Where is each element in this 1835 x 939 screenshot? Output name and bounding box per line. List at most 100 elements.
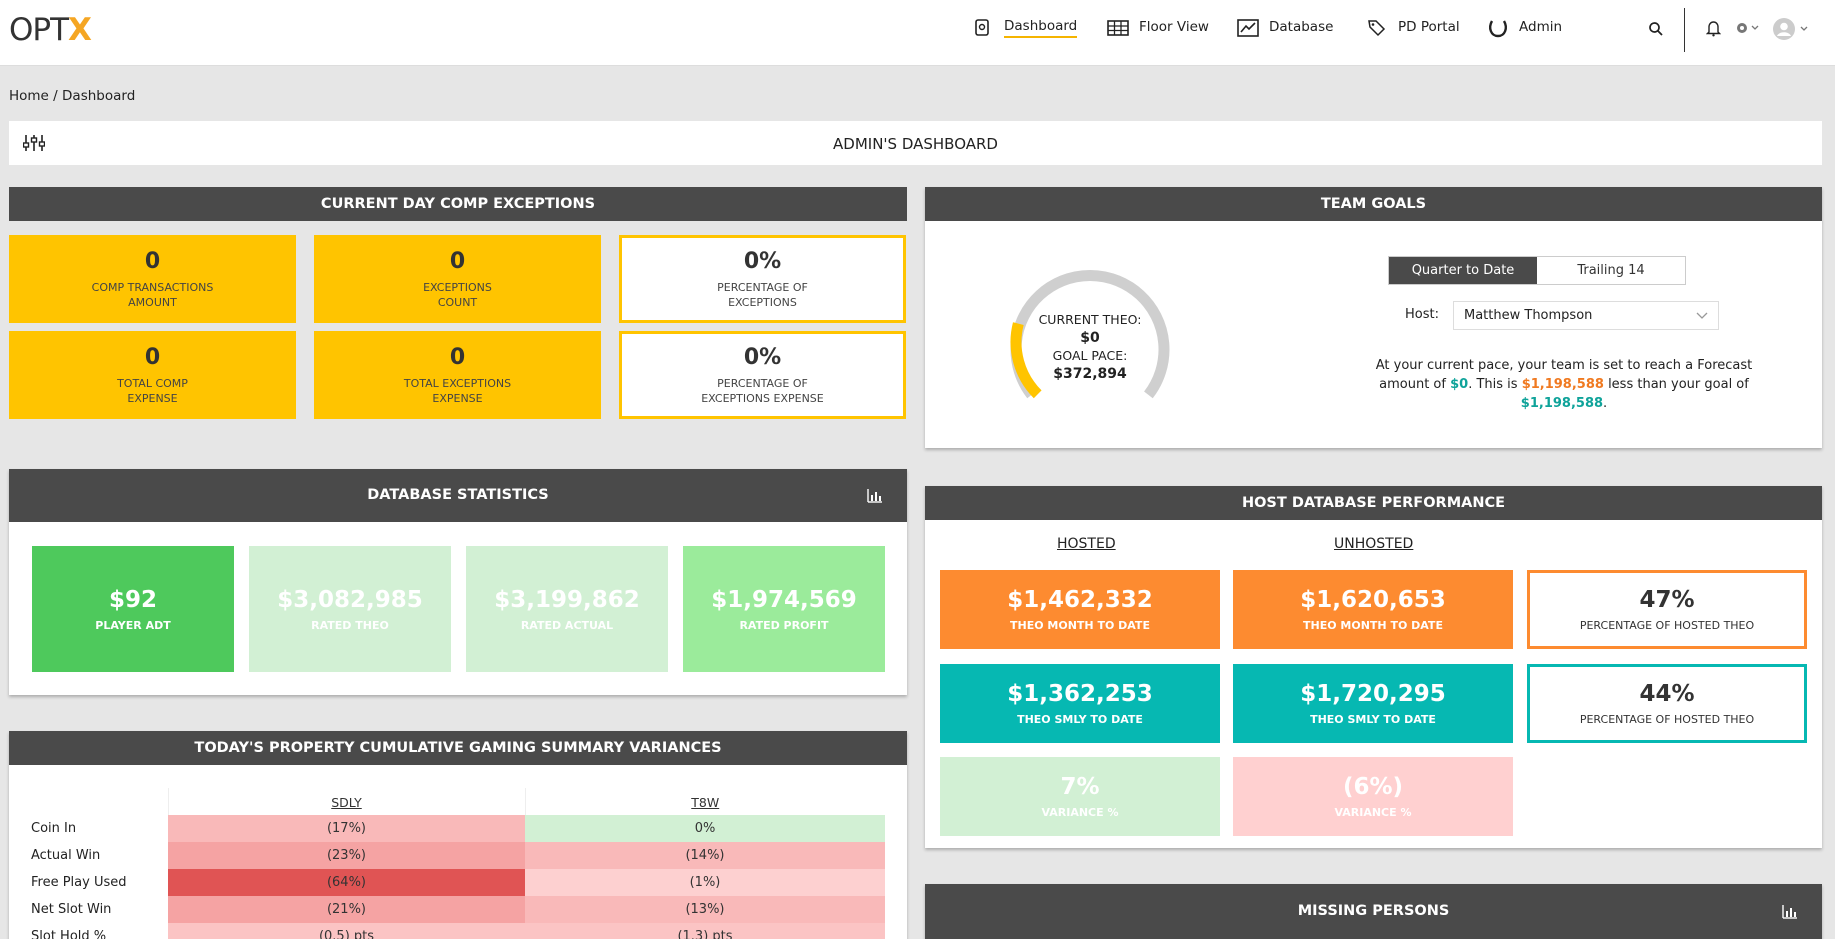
host-tile[interactable]: 44% PERCENTAGE OF HOSTED THEO — [1527, 664, 1807, 743]
comp-tile[interactable]: 0% PERCENTAGE OF EXCEPTIONS EXPENSE — [619, 331, 906, 419]
tile-label: COMP TRANSACTIONS — [91, 280, 214, 294]
db-stat-tile[interactable]: $3,082,985 RATED THEO — [249, 546, 451, 672]
host-tile[interactable]: 7% VARIANCE % — [940, 757, 1220, 836]
goal-pace-value: $372,894 — [1053, 366, 1127, 382]
comp-tile[interactable]: 0 TOTAL COMP EXPENSE — [9, 331, 296, 419]
host-tile[interactable]: $1,362,253 THEO SMLY TO DATE — [940, 664, 1220, 743]
chart-line-icon — [1237, 19, 1259, 37]
host-select[interactable]: Matthew Thompson — [1453, 301, 1719, 330]
comp-tile[interactable]: 0 TOTAL EXCEPTIONS EXPENSE — [314, 331, 601, 419]
forecast-text: . — [1603, 396, 1608, 411]
tile-value: $3,199,862 — [494, 586, 640, 613]
nav-floor-view[interactable]: Floor View — [1107, 18, 1209, 38]
bar-chart-icon[interactable] — [867, 489, 883, 503]
tile-value: $1,362,253 — [1007, 681, 1153, 707]
chevron-down-icon — [1696, 312, 1708, 319]
row-label: Free Play Used — [31, 875, 127, 890]
tile-label: TOTAL EXCEPTIONS — [403, 376, 512, 390]
table-row: Coin In (17%) 0% — [31, 815, 885, 842]
nav-label: PD Portal — [1398, 19, 1460, 35]
host-tile[interactable]: $1,620,653 THEO MONTH TO DATE — [1233, 570, 1513, 649]
tile-label: EXCEPTIONS — [728, 295, 797, 309]
nav-pd-portal[interactable]: PD Portal — [1366, 18, 1460, 38]
cell-sdly: (21%) — [168, 896, 525, 923]
column-header-sdly[interactable]: SDLY — [168, 788, 526, 815]
tile-label: THEO SMLY TO DATE — [1310, 713, 1436, 726]
gear-icon[interactable] — [1735, 20, 1761, 36]
tile-label: PLAYER ADT — [95, 618, 171, 632]
tab-quarter-to-date[interactable]: Quarter to Date — [1389, 257, 1537, 284]
panel-title: TEAM GOALS — [925, 187, 1822, 221]
db-stat-tile[interactable]: $92 PLAYER ADT — [32, 546, 234, 672]
current-theo-value: $0 — [1080, 330, 1100, 346]
dashboard-icon — [975, 19, 989, 36]
breadcrumb-current: Dashboard — [62, 88, 136, 104]
horseshoe-icon — [1489, 20, 1507, 38]
gauge-readout: CURRENT THEO: $0 GOAL PACE: $372,894 — [1032, 311, 1148, 383]
tile-label: EXPENSE — [127, 391, 178, 405]
table-row: Free Play Used (64%) (1%) — [31, 869, 885, 896]
host-tile[interactable]: $1,462,332 THEO MONTH TO DATE — [940, 570, 1220, 649]
optx-logo[interactable]: OPTX — [9, 12, 92, 48]
nav-label: Admin — [1519, 19, 1563, 35]
host-label: Host: — [1405, 307, 1439, 322]
tile-value: $1,620,653 — [1300, 587, 1446, 613]
variances-table: SDLY T8W Coin In (17%) 0% Actual Win (23… — [31, 788, 885, 939]
row-label: Actual Win — [31, 848, 101, 863]
comp-tile[interactable]: 0 EXCEPTIONS COUNT — [314, 235, 601, 323]
host-tile[interactable]: $1,720,295 THEO SMLY TO DATE — [1233, 664, 1513, 743]
host-tile[interactable]: (6%) VARIANCE % — [1233, 757, 1513, 836]
nav-label: Dashboard — [1004, 18, 1078, 38]
user-avatar-icon[interactable] — [1773, 17, 1811, 41]
tile-value: 0 — [449, 344, 466, 370]
panel-title: MISSING PERSONS — [1297, 903, 1450, 919]
breadcrumb: Home / Dashboard — [9, 88, 135, 104]
column-header-hosted[interactable]: HOSTED — [1057, 536, 1116, 552]
forecast-text: less than your goal of — [1603, 377, 1749, 392]
nav-database[interactable]: Database — [1237, 18, 1333, 38]
tile-label: RATED THEO — [311, 618, 389, 632]
tile-label: TOTAL COMP — [117, 376, 188, 390]
tile-label: RATED ACTUAL — [520, 618, 614, 632]
panel-title: TODAY'S PROPERTY CUMULATIVE GAMING SUMMA… — [9, 731, 907, 765]
comp-tile[interactable]: 0% PERCENTAGE OF EXCEPTIONS — [619, 235, 906, 323]
tile-value: 0 — [144, 344, 161, 370]
dashboard-title-bar: ADMIN'S DASHBOARD — [9, 121, 1822, 165]
cell-sdly: (0.5) pts — [168, 923, 525, 939]
table-header-row: SDLY T8W — [31, 788, 885, 815]
tile-label: THEO SMLY TO DATE — [1017, 713, 1143, 726]
host-tile[interactable]: 47% PERCENTAGE OF HOSTED THEO — [1527, 570, 1807, 649]
nav-admin[interactable]: Admin — [1487, 18, 1562, 38]
tile-label: AMOUNT — [128, 295, 177, 309]
column-header-unhosted[interactable]: UNHOSTED — [1334, 536, 1413, 552]
comp-tile[interactable]: 0 COMP TRANSACTIONS AMOUNT — [9, 235, 296, 323]
logo-text: OPT — [9, 12, 69, 48]
tile-value: $92 — [108, 586, 157, 613]
tile-label: PERCENTAGE OF HOSTED THEO — [1579, 713, 1755, 726]
tile-label: EXPENSE — [432, 391, 483, 405]
breadcrumb-separator: / — [53, 88, 58, 104]
bar-chart-icon[interactable] — [1782, 905, 1798, 919]
search-icon[interactable] — [1648, 21, 1664, 37]
grid-icon — [1107, 20, 1129, 36]
nav-label: Floor View — [1139, 19, 1209, 35]
nav-label: Database — [1269, 19, 1334, 35]
tab-trailing-14[interactable]: Trailing 14 — [1537, 257, 1685, 284]
bell-icon[interactable] — [1706, 20, 1721, 37]
tile-value: 44% — [1639, 681, 1695, 707]
column-header-t8w[interactable]: T8W — [525, 788, 885, 815]
tile-value: $3,082,985 — [277, 586, 423, 613]
tile-value: 7% — [1060, 774, 1100, 800]
tile-label: PERCENTAGE OF — [717, 376, 808, 390]
db-stat-tile[interactable]: $1,974,569 RATED PROFIT — [683, 546, 885, 672]
cell-sdly: (23%) — [168, 842, 525, 869]
nav-dashboard[interactable]: Dashboard — [972, 18, 1078, 38]
breadcrumb-home[interactable]: Home — [9, 88, 49, 104]
missing-persons-panel: MISSING PERSONS — [925, 884, 1822, 939]
host-select-value: Matthew Thompson — [1464, 308, 1593, 323]
db-stat-tile[interactable]: $3,199,862 RATED ACTUAL — [466, 546, 668, 672]
tile-value: 0% — [743, 344, 782, 370]
goal-pace-label: GOAL PACE: — [1052, 348, 1128, 363]
cell-sdly: (17%) — [168, 815, 525, 842]
comp-exceptions-header: CURRENT DAY COMP EXCEPTIONS — [9, 187, 907, 221]
